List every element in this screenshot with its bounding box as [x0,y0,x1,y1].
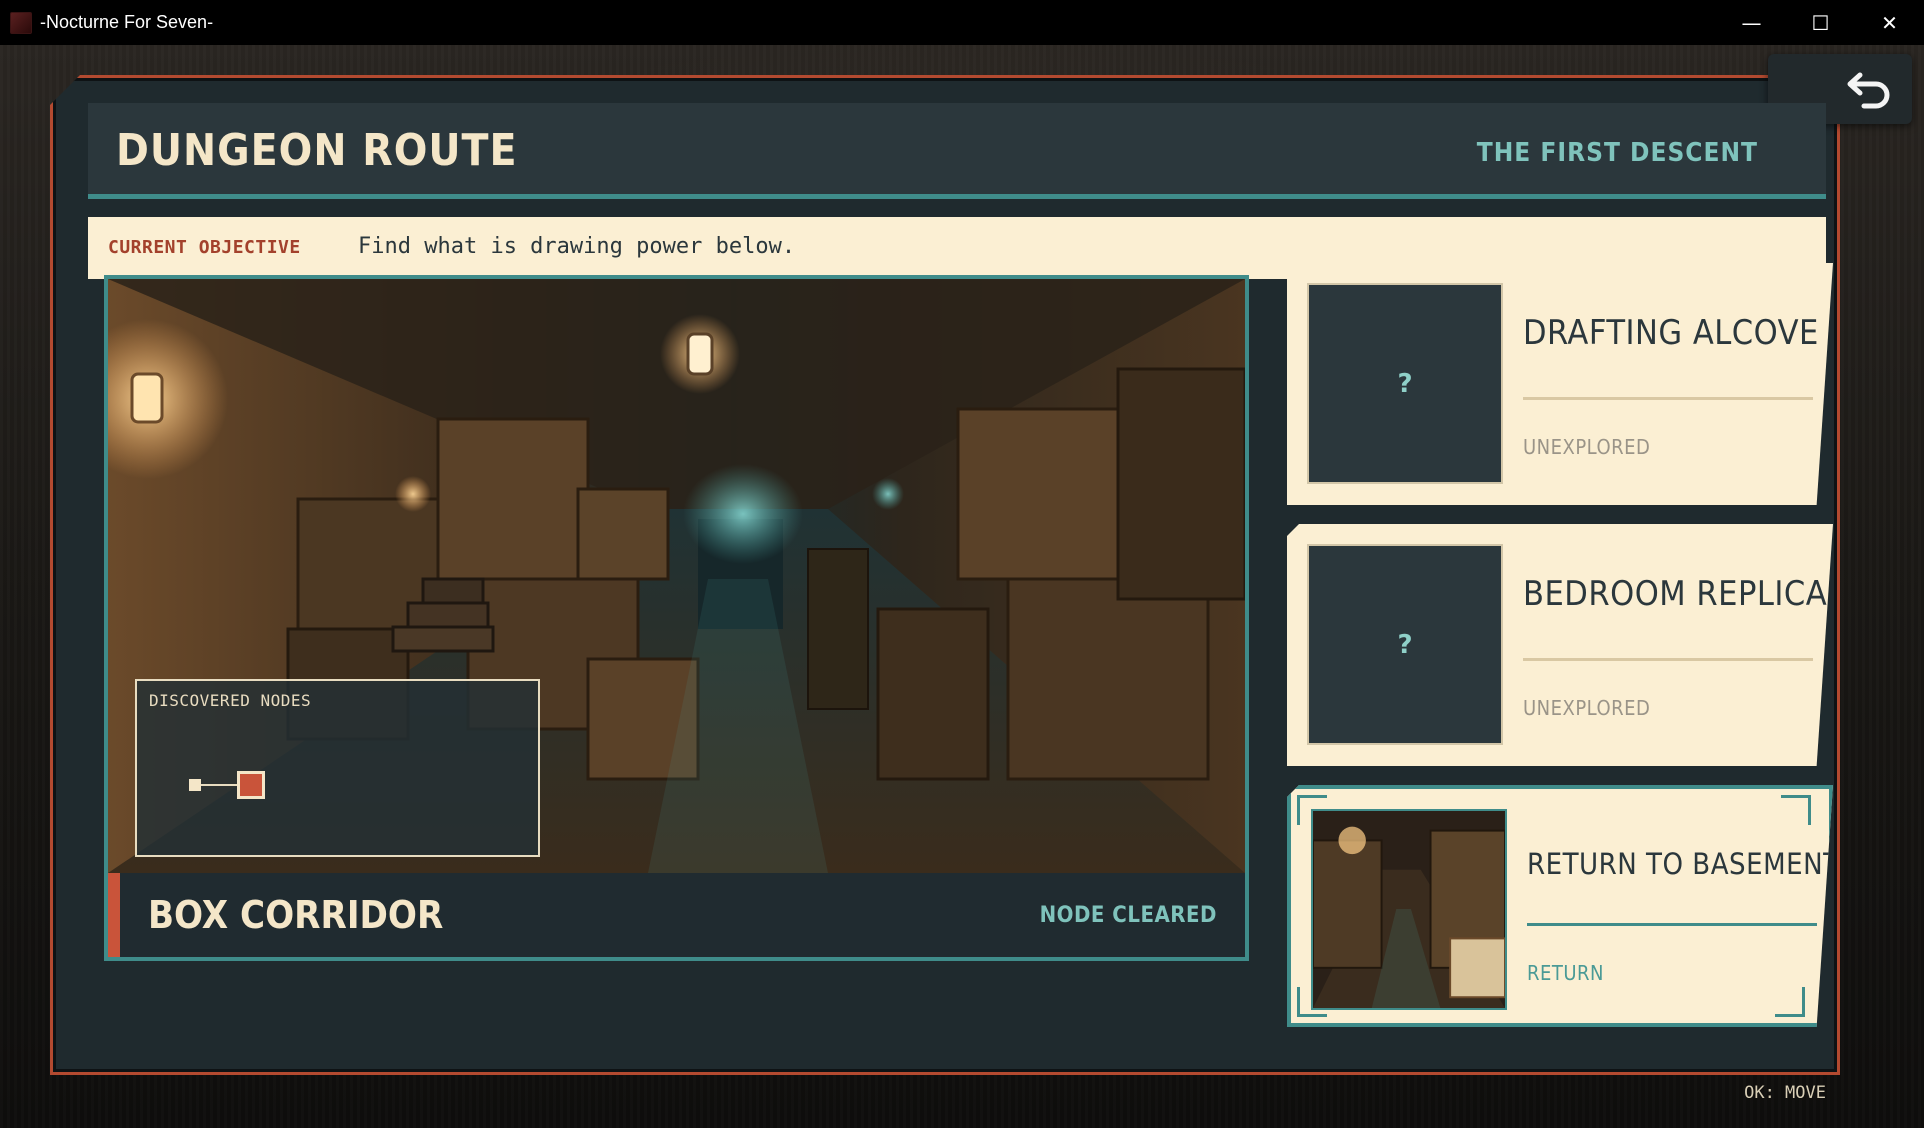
current-node-panel: DISCOVERED NODES BOX CORRIDOR NODE CLEAR… [104,275,1249,961]
divider [1523,397,1813,400]
selection-bracket [1297,795,1327,825]
destination-title: RETURN TO BASEMENT THRESHOLD [1527,847,1921,881]
objective-label: CURRENT OBJECTIVE [108,237,301,258]
selection-bracket [1297,987,1327,1017]
minimize-icon: — [1741,10,1762,35]
page-title: DUNGEON ROUTE [116,125,518,176]
minimap-node-entry [189,779,201,791]
destination-card-bedroom-replica[interactable]: ? BEDROOM REPLICA UNEXPLORED [1287,524,1833,766]
undo-arrow-icon [1847,72,1890,109]
destination-thumb: ? [1307,283,1503,484]
window-title: -Nocturne For Seven- [40,12,214,32]
minimap-title: DISCOVERED NODES [149,691,312,710]
destination-card-drafting-alcove[interactable]: ? DRAFTING ALCOVE UNEXPLORED [1287,263,1833,505]
unknown-icon: ? [1397,368,1413,399]
game-viewport: DUNGEON ROUTE THE FIRST DESCENT CURRENT … [0,45,1924,1128]
maximize-button[interactable]: ☐ [1786,0,1855,45]
discovered-nodes-minimap: DISCOVERED NODES [135,679,540,857]
current-node-status: NODE CLEARED [1039,903,1217,928]
objective-text: Find what is drawing power below. [358,234,796,259]
current-node-footer: BOX CORRIDOR NODE CLEARED [108,873,1245,957]
selection-bracket [1775,987,1805,1017]
selection-bracket [1781,795,1811,825]
minimap-node-current [237,771,265,799]
window-controls: — ☐ ✕ [1717,0,1924,45]
unknown-icon: ? [1397,629,1413,660]
destination-thumb [1311,809,1507,1010]
close-button[interactable]: ✕ [1855,0,1924,45]
destination-thumb: ? [1307,544,1503,745]
close-icon: ✕ [1881,10,1898,35]
minimap-link [201,784,237,786]
destination-title: BEDROOM REPLICA [1523,574,1828,614]
destination-card-return-threshold[interactable]: RETURN TO BASEMENT THRESHOLD RETURN [1287,785,1833,1027]
divider [1523,658,1813,661]
divider [1527,923,1817,926]
threshold-preview-image [1313,811,1505,1008]
destination-status: UNEXPLORED [1523,696,1651,720]
destination-status: RETURN [1527,961,1604,985]
chapter-subtitle: THE FIRST DESCENT [1476,138,1758,168]
window-titlebar: -Nocturne For Seven- — ☐ ✕ [0,0,1924,45]
maximize-icon: ☐ [1811,10,1830,35]
destination-title: DRAFTING ALCOVE [1523,313,1819,353]
app-icon [10,11,32,34]
minimize-button[interactable]: — [1717,0,1786,45]
controls-hint: OK: MOVE [1744,1083,1826,1103]
destination-status: UNEXPLORED [1523,435,1651,459]
current-node-name: BOX CORRIDOR [148,893,444,937]
